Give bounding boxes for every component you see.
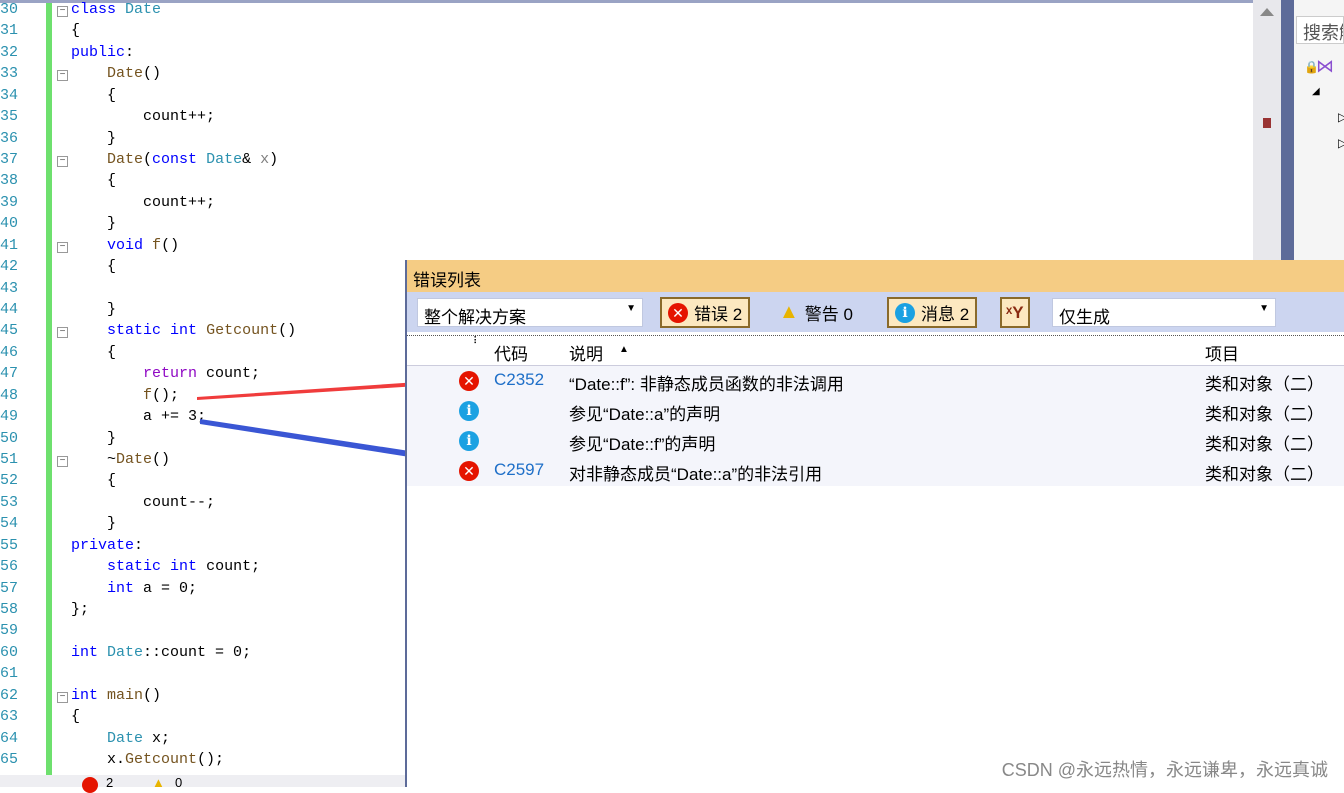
error-icon: ✕	[459, 371, 479, 391]
error-row[interactable]: i 参见“Date::f”的声明 类和对象（二）	[407, 426, 1344, 456]
watermark: CSDN @永远热情，永远谦卑，永远真诚	[1001, 760, 1328, 780]
errors-label: 错误 2	[694, 305, 743, 324]
info-icon: i	[459, 401, 479, 421]
error-description: 参见“Date::f”的声明	[569, 435, 716, 454]
scope-dropdown[interactable]: 整个解决方案 ▼	[417, 298, 643, 327]
warnings-filter-button[interactable]: ▲ 警告 0	[773, 297, 859, 328]
error-row[interactable]: i 参见“Date::a”的声明 类和对象（二）	[407, 396, 1344, 426]
error-description: 参见“Date::a”的声明	[569, 405, 721, 424]
column-header-description[interactable]: 说明	[569, 340, 603, 365]
error-list-panel: 错误列表 整个解决方案 ▼ ✕ 错误 2 ▲ 警告 0 i 消息 2 ˣY 仅生成 ▼ ⠇…	[405, 260, 1344, 787]
error-icon: ✕	[459, 461, 479, 481]
error-row[interactable]: ✕ C2352 “Date::f”: 非静态成员函数的非法调用 类和对象（二）	[407, 366, 1344, 396]
scope-value: 整个解决方案	[424, 308, 526, 327]
error-project: 类和对象（二）	[1205, 465, 1324, 484]
column-chooser-icon[interactable]: ⠇	[473, 336, 480, 347]
error-project: 类和对象（二）	[1205, 375, 1324, 394]
chevron-down-icon: ▼	[1259, 303, 1269, 314]
messages-label: 消息 2	[921, 305, 970, 324]
error-list-title: 错误列表	[407, 260, 1344, 292]
error-project: 类和对象（二）	[1205, 435, 1324, 454]
build-filter-dropdown[interactable]: 仅生成 ▼	[1052, 298, 1276, 327]
error-description: “Date::f”: 非静态成员函数的非法调用	[569, 375, 844, 394]
error-code-link[interactable]: C2352	[494, 370, 544, 390]
error-list-toolbar: 整个解决方案 ▼ ✕ 错误 2 ▲ 警告 0 i 消息 2 ˣY 仅生成 ▼	[407, 292, 1344, 332]
warning-icon: ▲	[779, 301, 799, 323]
filter-clear-icon: ˣY	[1006, 302, 1024, 322]
error-icon: ✕	[668, 302, 688, 323]
errors-filter-button[interactable]: ✕ 错误 2	[660, 297, 751, 328]
column-header-code[interactable]: 代码	[494, 340, 528, 365]
error-list-header: ⠇ 代码 说明 ▲ 项目	[407, 335, 1344, 366]
messages-filter-button[interactable]: i 消息 2	[887, 297, 978, 328]
info-icon: i	[459, 431, 479, 451]
error-description: 对非静态成员“Date::a”的非法引用	[569, 465, 823, 484]
error-row[interactable]: ✕ C2597 对非静态成员“Date::a”的非法引用 类和对象（二）	[407, 456, 1344, 486]
error-code-link[interactable]: C2597	[494, 460, 544, 480]
build-filter-value: 仅生成	[1059, 308, 1110, 327]
warnings-label: 警告 0	[804, 305, 853, 324]
column-header-project[interactable]: 项目	[1205, 340, 1239, 365]
info-icon: i	[895, 302, 915, 323]
sort-ascending-icon: ▲	[619, 344, 629, 355]
error-project: 类和对象（二）	[1205, 405, 1324, 424]
chevron-down-icon: ▼	[626, 303, 636, 314]
clear-filter-button[interactable]: ˣY	[1000, 297, 1030, 328]
